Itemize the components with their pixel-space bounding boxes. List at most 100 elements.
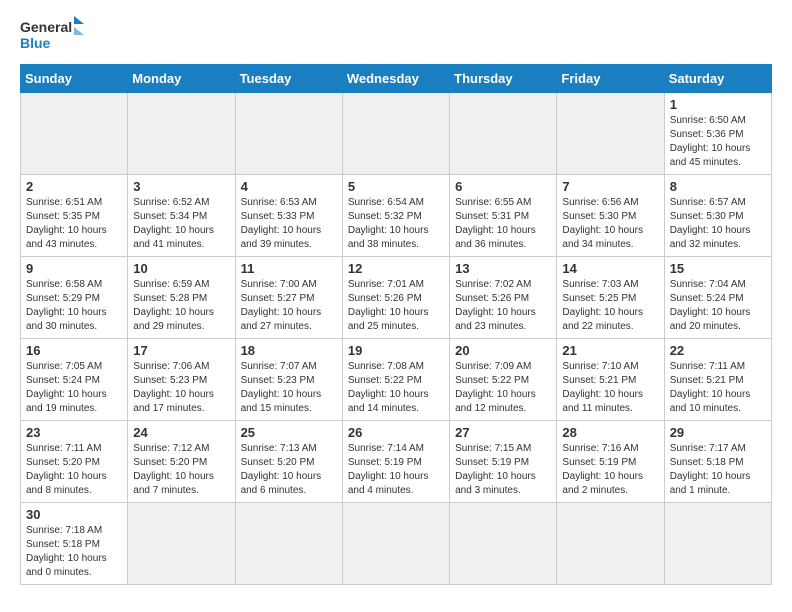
day-info: Sunrise: 7:11 AM Sunset: 5:21 PM Dayligh… [670, 360, 766, 416]
day-cell [664, 503, 771, 585]
day-info: Sunrise: 6:56 AM Sunset: 5:30 PM Dayligh… [562, 196, 658, 252]
day-number: 25 [241, 425, 337, 440]
logo-svg: GeneralBlue [20, 16, 90, 56]
day-info: Sunrise: 6:50 AM Sunset: 5:36 PM Dayligh… [670, 114, 766, 170]
day-header-row: SundayMondayTuesdayWednesdayThursdayFrid… [21, 65, 772, 93]
day-cell: 18 Sunrise: 7:07 AM Sunset: 5:23 PM Dayli… [235, 339, 342, 421]
day-info: Sunrise: 7:02 AM Sunset: 5:26 PM Dayligh… [455, 278, 551, 334]
day-cell: 5Sunrise: 6:54 AM Sunset: 5:32 PM Daylig… [342, 175, 449, 257]
day-cell: 13 Sunrise: 7:02 AM Sunset: 5:26 PM Dayli… [450, 257, 557, 339]
day-number: 2 [26, 179, 122, 194]
page: GeneralBlue SundayMondayTuesdayWednesday… [0, 0, 792, 601]
week-row-4: 23 Sunrise: 7:11 AM Sunset: 5:20 PM Dayli… [21, 421, 772, 503]
col-header-thursday: Thursday [450, 65, 557, 93]
header-area: GeneralBlue [20, 16, 772, 56]
day-info: Sunrise: 7:00 AM Sunset: 5:27 PM Dayligh… [241, 278, 337, 334]
day-cell: 29 Sunrise: 7:17 AM Sunset: 5:18 PM Dayli… [664, 421, 771, 503]
day-cell [128, 503, 235, 585]
day-info: Sunrise: 7:01 AM Sunset: 5:26 PM Dayligh… [348, 278, 444, 334]
day-info: Sunrise: 6:58 AM Sunset: 5:29 PM Dayligh… [26, 278, 122, 334]
day-cell [342, 503, 449, 585]
day-info: Sunrise: 6:57 AM Sunset: 5:30 PM Dayligh… [670, 196, 766, 252]
day-number: 7 [562, 179, 658, 194]
day-info: Sunrise: 7:16 AM Sunset: 5:19 PM Dayligh… [562, 442, 658, 498]
day-cell: 23 Sunrise: 7:11 AM Sunset: 5:20 PM Dayli… [21, 421, 128, 503]
day-cell: 28 Sunrise: 7:16 AM Sunset: 5:19 PM Dayli… [557, 421, 664, 503]
day-info: Sunrise: 7:08 AM Sunset: 5:22 PM Dayligh… [348, 360, 444, 416]
col-header-tuesday: Tuesday [235, 65, 342, 93]
day-cell: 3Sunrise: 6:52 AM Sunset: 5:34 PM Daylig… [128, 175, 235, 257]
day-info: Sunrise: 7:12 AM Sunset: 5:20 PM Dayligh… [133, 442, 229, 498]
week-row-3: 16Sunrise: 7:05 AM Sunset: 5:24 PM Dayli… [21, 339, 772, 421]
day-cell: 24 Sunrise: 7:12 AM Sunset: 5:20 PM Dayli… [128, 421, 235, 503]
day-info: Sunrise: 6:51 AM Sunset: 5:35 PM Dayligh… [26, 196, 122, 252]
day-number: 18 [241, 343, 337, 358]
day-number: 19 [348, 343, 444, 358]
col-header-friday: Friday [557, 65, 664, 93]
day-number: 9 [26, 261, 122, 276]
day-number: 11 [241, 261, 337, 276]
day-cell: 19 Sunrise: 7:08 AM Sunset: 5:22 PM Dayli… [342, 339, 449, 421]
day-cell: 20 Sunrise: 7:09 AM Sunset: 5:22 PM Dayli… [450, 339, 557, 421]
day-number: 1 [670, 97, 766, 112]
day-cell: 6Sunrise: 6:55 AM Sunset: 5:31 PM Daylig… [450, 175, 557, 257]
day-number: 15 [670, 261, 766, 276]
svg-text:General: General [20, 19, 72, 35]
calendar-table: SundayMondayTuesdayWednesdayThursdayFrid… [20, 64, 772, 585]
day-info: Sunrise: 7:10 AM Sunset: 5:21 PM Dayligh… [562, 360, 658, 416]
day-number: 28 [562, 425, 658, 440]
day-info: Sunrise: 6:53 AM Sunset: 5:33 PM Dayligh… [241, 196, 337, 252]
day-number: 4 [241, 179, 337, 194]
day-number: 30 [26, 507, 122, 522]
day-info: Sunrise: 7:11 AM Sunset: 5:20 PM Dayligh… [26, 442, 122, 498]
day-cell: 21 Sunrise: 7:10 AM Sunset: 5:21 PM Dayli… [557, 339, 664, 421]
day-number: 23 [26, 425, 122, 440]
day-info: Sunrise: 7:06 AM Sunset: 5:23 PM Dayligh… [133, 360, 229, 416]
day-info: Sunrise: 7:04 AM Sunset: 5:24 PM Dayligh… [670, 278, 766, 334]
day-info: Sunrise: 7:15 AM Sunset: 5:19 PM Dayligh… [455, 442, 551, 498]
day-cell: 11 Sunrise: 7:00 AM Sunset: 5:27 PM Dayli… [235, 257, 342, 339]
day-cell: 4 Sunrise: 6:53 AM Sunset: 5:33 PM Daylig… [235, 175, 342, 257]
day-info: Sunrise: 7:17 AM Sunset: 5:18 PM Dayligh… [670, 442, 766, 498]
day-number: 21 [562, 343, 658, 358]
day-cell [450, 503, 557, 585]
day-cell: 25 Sunrise: 7:13 AM Sunset: 5:20 PM Dayli… [235, 421, 342, 503]
day-cell [21, 93, 128, 175]
day-number: 22 [670, 343, 766, 358]
day-number: 5 [348, 179, 444, 194]
day-number: 8 [670, 179, 766, 194]
day-number: 20 [455, 343, 551, 358]
day-cell [128, 93, 235, 175]
day-cell: 22 Sunrise: 7:11 AM Sunset: 5:21 PM Dayli… [664, 339, 771, 421]
day-info: Sunrise: 6:55 AM Sunset: 5:31 PM Dayligh… [455, 196, 551, 252]
logo: GeneralBlue [20, 16, 90, 56]
week-row-1: 2 Sunrise: 6:51 AM Sunset: 5:35 PM Daylig… [21, 175, 772, 257]
day-cell: 2 Sunrise: 6:51 AM Sunset: 5:35 PM Daylig… [21, 175, 128, 257]
col-header-wednesday: Wednesday [342, 65, 449, 93]
col-header-monday: Monday [128, 65, 235, 93]
day-number: 13 [455, 261, 551, 276]
day-cell [342, 93, 449, 175]
day-cell: 17Sunrise: 7:06 AM Sunset: 5:23 PM Dayli… [128, 339, 235, 421]
day-cell: 1 Sunrise: 6:50 AM Sunset: 5:36 PM Daylig… [664, 93, 771, 175]
day-cell: 26Sunrise: 7:14 AM Sunset: 5:19 PM Dayli… [342, 421, 449, 503]
day-number: 16 [26, 343, 122, 358]
day-cell: 14Sunrise: 7:03 AM Sunset: 5:25 PM Dayli… [557, 257, 664, 339]
week-row-5: 30Sunrise: 7:18 AM Sunset: 5:18 PM Dayli… [21, 503, 772, 585]
week-row-2: 9 Sunrise: 6:58 AM Sunset: 5:29 PM Daylig… [21, 257, 772, 339]
day-number: 29 [670, 425, 766, 440]
day-info: Sunrise: 7:09 AM Sunset: 5:22 PM Dayligh… [455, 360, 551, 416]
week-row-0: 1 Sunrise: 6:50 AM Sunset: 5:36 PM Daylig… [21, 93, 772, 175]
day-cell: 27Sunrise: 7:15 AM Sunset: 5:19 PM Dayli… [450, 421, 557, 503]
day-cell: 10Sunrise: 6:59 AM Sunset: 5:28 PM Dayli… [128, 257, 235, 339]
day-number: 24 [133, 425, 229, 440]
day-info: Sunrise: 7:03 AM Sunset: 5:25 PM Dayligh… [562, 278, 658, 334]
day-cell: 15 Sunrise: 7:04 AM Sunset: 5:24 PM Dayli… [664, 257, 771, 339]
day-cell: 16Sunrise: 7:05 AM Sunset: 5:24 PM Dayli… [21, 339, 128, 421]
day-info: Sunrise: 6:59 AM Sunset: 5:28 PM Dayligh… [133, 278, 229, 334]
day-cell: 7 Sunrise: 6:56 AM Sunset: 5:30 PM Daylig… [557, 175, 664, 257]
col-header-saturday: Saturday [664, 65, 771, 93]
day-info: Sunrise: 7:13 AM Sunset: 5:20 PM Dayligh… [241, 442, 337, 498]
day-cell [557, 503, 664, 585]
day-info: Sunrise: 7:07 AM Sunset: 5:23 PM Dayligh… [241, 360, 337, 416]
